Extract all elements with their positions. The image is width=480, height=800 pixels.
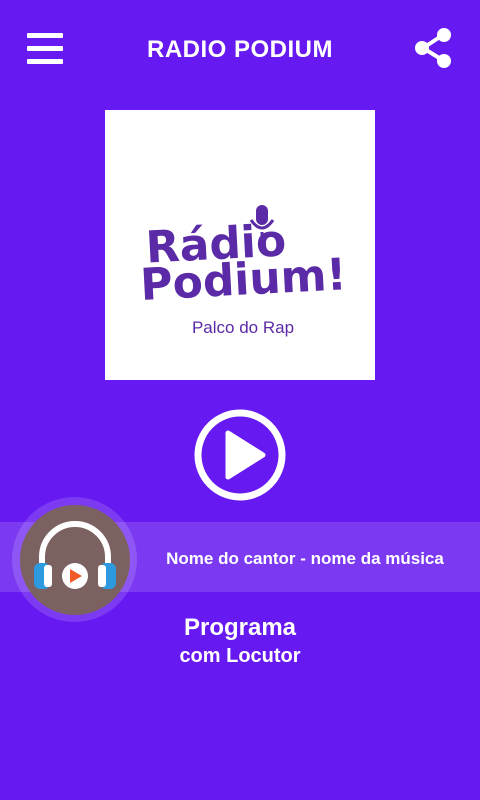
play-button[interactable] [193,408,287,502]
cover-art [20,505,130,615]
share-icon [415,28,451,68]
now-playing-text: Nome do cantor - nome da música [166,549,444,568]
app-title: RADIO PODIUM [147,36,333,63]
headphones-play-icon [34,521,116,589]
menu-button[interactable] [27,33,63,64]
program-host: com Locutor [179,645,301,667]
app-header: RADIO PODIUM [0,0,480,100]
station-logo-art: Rádio Podium! Palco do Rap [139,205,348,337]
logo-tagline: Palco do Rap [192,318,294,337]
menu-bar-bottom [27,59,63,64]
menu-bar-top [27,33,63,38]
logo-line2: Podium! [139,249,348,311]
program-title: Programa [183,614,297,641]
share-button[interactable] [414,27,454,69]
menu-bar-middle [27,46,63,51]
play-circle-icon [194,409,286,501]
station-logo: Rádio Podium! Palco do Rap [105,110,375,380]
